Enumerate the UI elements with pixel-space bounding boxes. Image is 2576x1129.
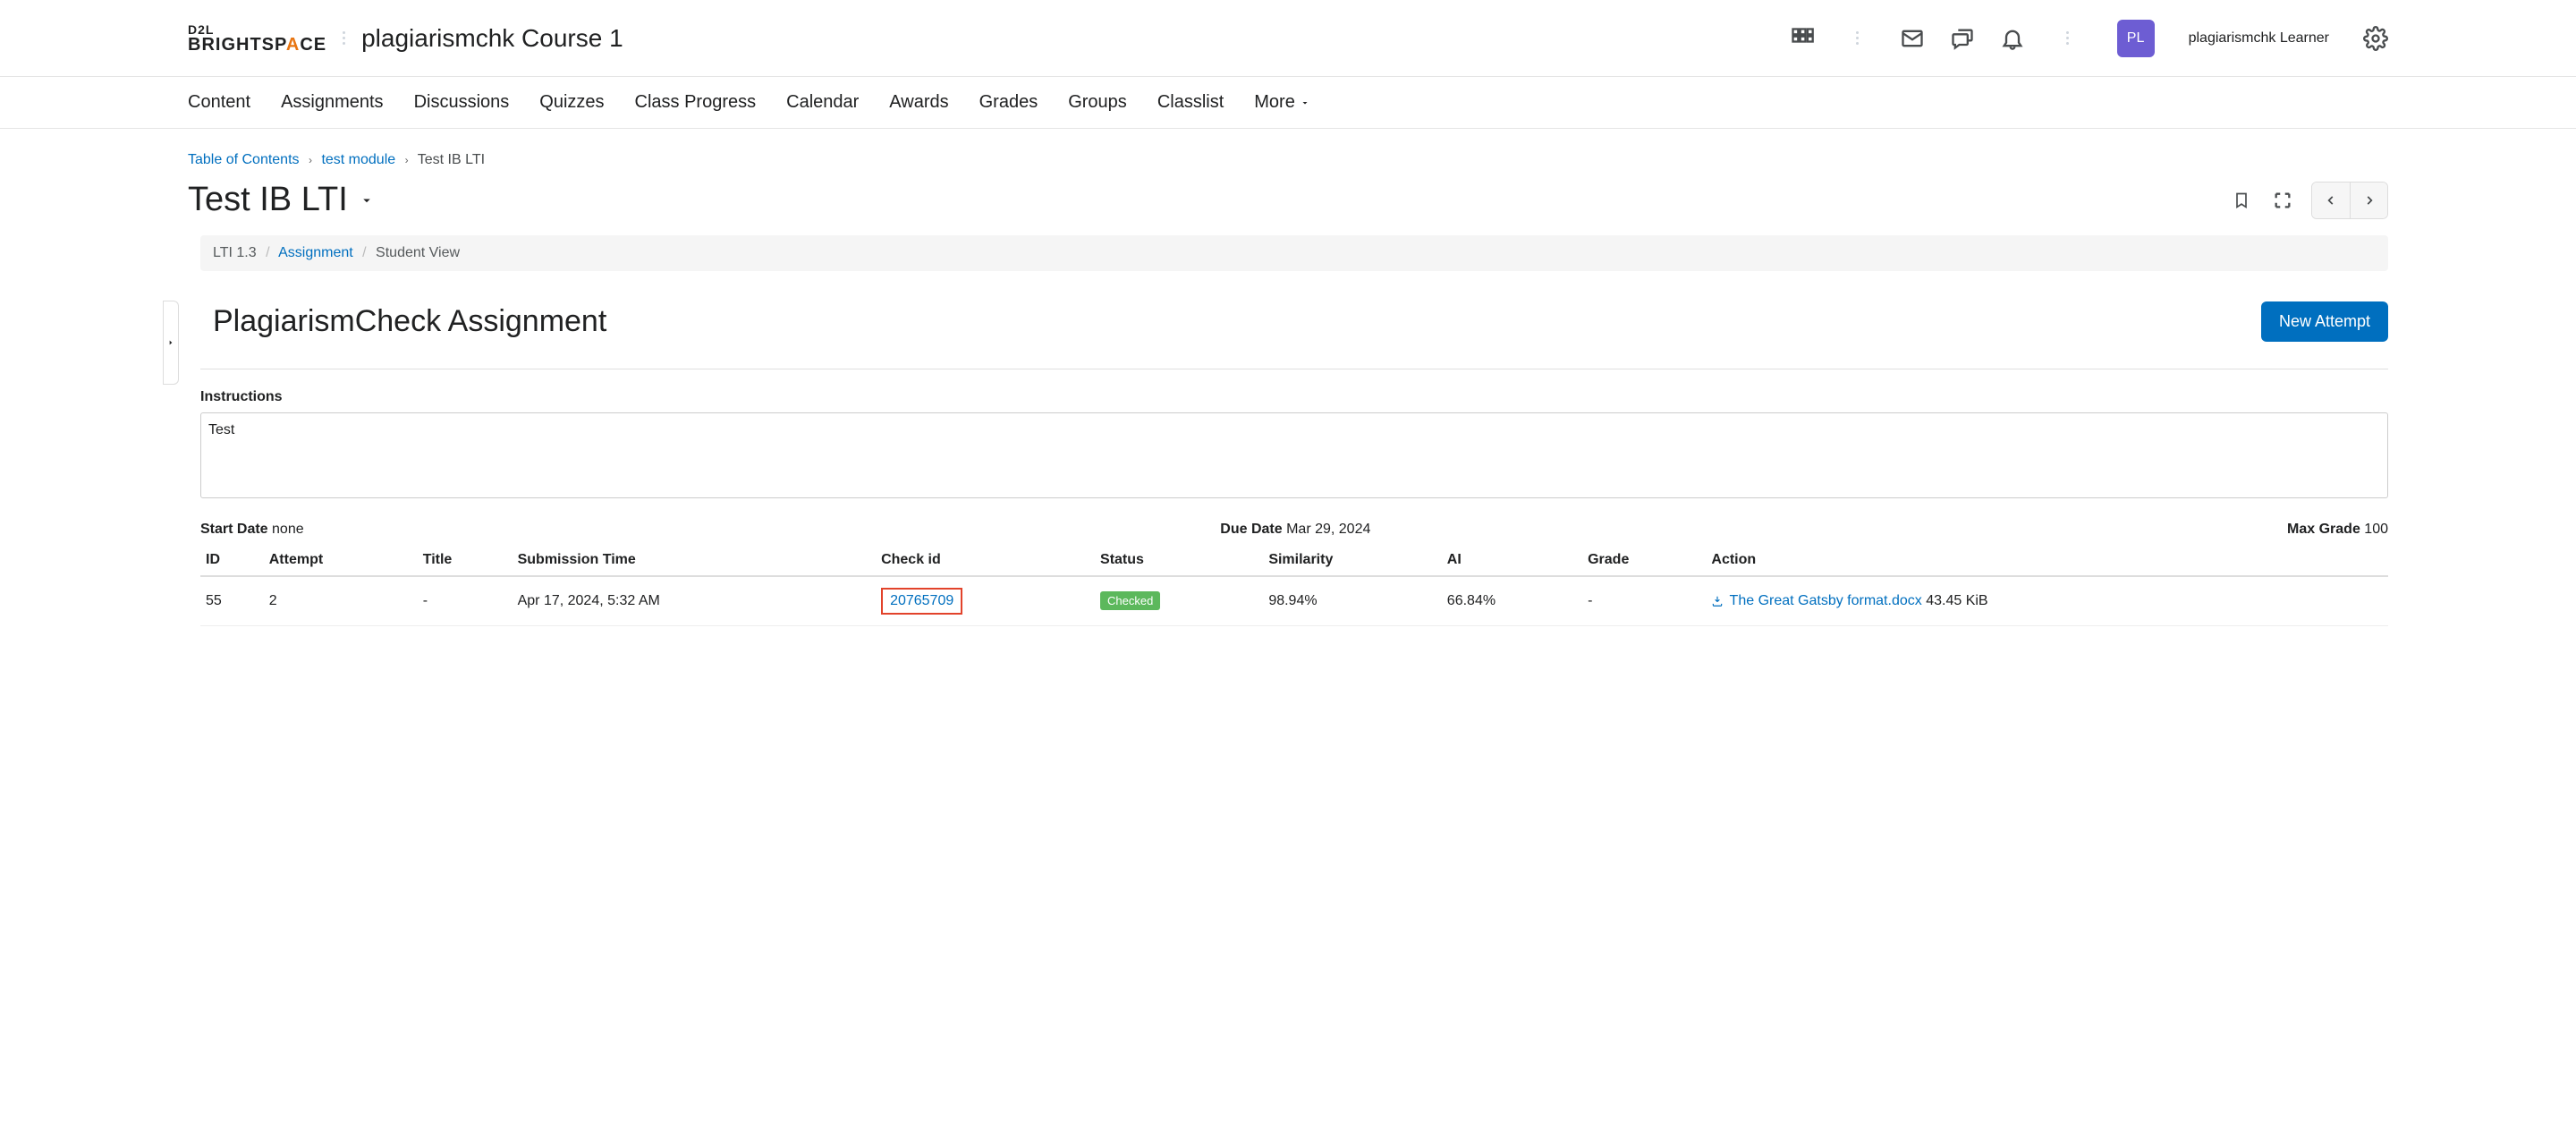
logo-brightspace-text: BRIGHTSPACE: [188, 36, 326, 54]
download-file-link[interactable]: The Great Gatsby format.docx: [1711, 593, 1926, 608]
gear-icon[interactable]: [2363, 26, 2388, 51]
table-row: 55 2 - Apr 17, 2024, 5:32 AM 20765709 Ch…: [200, 576, 2388, 626]
sidebar-expand-handle[interactable]: [163, 301, 179, 385]
th-id: ID: [200, 545, 264, 576]
nav-more[interactable]: More: [1254, 92, 1310, 113]
check-id-link[interactable]: 20765709: [890, 593, 953, 608]
breadcrumb-link-toc[interactable]: Table of Contents: [188, 152, 300, 167]
cell-action: The Great Gatsby format.docx 43.45 KiB: [1706, 576, 2388, 626]
chat-icon[interactable]: [1950, 26, 1975, 51]
lti-breadcrumb-current: Student View: [376, 245, 460, 260]
breadcrumb-current: Test IB LTI: [418, 152, 485, 167]
cell-attempt: 2: [264, 576, 418, 626]
cell-similarity: 98.94%: [1263, 576, 1441, 626]
logo-d2l-text: D2L: [188, 23, 326, 36]
status-badge: Checked: [1100, 591, 1160, 610]
nav-assignments[interactable]: Assignments: [281, 92, 384, 113]
th-attempt: Attempt: [264, 545, 418, 576]
header-divider-icon: [2066, 31, 2069, 45]
username-label[interactable]: plagiarismchk Learner: [2189, 30, 2329, 47]
nav-content[interactable]: Content: [188, 92, 250, 113]
mail-icon[interactable]: [1900, 26, 1925, 51]
cell-id: 55: [200, 576, 264, 626]
next-page-button[interactable]: [2350, 183, 2387, 218]
apps-grid-icon[interactable]: [1790, 26, 1815, 51]
chevron-down-icon[interactable]: [359, 192, 375, 208]
new-attempt-button[interactable]: New Attempt: [2261, 301, 2388, 342]
chevron-down-icon: [1300, 98, 1310, 108]
due-date: Due Date Mar 29, 2024: [1220, 522, 1370, 538]
cell-submission-time: Apr 17, 2024, 5:32 AM: [513, 576, 876, 626]
th-grade: Grade: [1582, 545, 1706, 576]
assignment-title: PlagiarismCheck Assignment: [200, 304, 606, 339]
brand-logo[interactable]: D2L BRIGHTSPACE: [188, 23, 326, 54]
header-divider-icon: [343, 31, 345, 45]
nav-quizzes[interactable]: Quizzes: [539, 92, 604, 113]
breadcrumb-separator-icon: ›: [309, 154, 312, 166]
fullscreen-icon[interactable]: [2270, 188, 2295, 213]
th-ai: AI: [1442, 545, 1582, 576]
th-status: Status: [1095, 545, 1263, 576]
th-title: Title: [418, 545, 513, 576]
th-submission-time: Submission Time: [513, 545, 876, 576]
instructions-label: Instructions: [200, 389, 2388, 405]
max-grade: Max Grade 100: [2287, 522, 2388, 538]
course-title[interactable]: plagiarismchk Course 1: [361, 24, 623, 53]
th-similarity: Similarity: [1263, 545, 1441, 576]
instructions-text: Test: [200, 412, 2388, 498]
bell-icon[interactable]: [2000, 26, 2025, 51]
lti-breadcrumb-root: LTI 1.3: [213, 245, 257, 260]
check-id-highlight: 20765709: [881, 588, 962, 615]
cell-ai: 66.84%: [1442, 576, 1582, 626]
cell-grade: -: [1582, 576, 1706, 626]
attempts-table: ID Attempt Title Submission Time Check i…: [200, 545, 2388, 626]
breadcrumb-separator-icon: ›: [405, 154, 409, 166]
nav-grades[interactable]: Grades: [979, 92, 1038, 113]
nav-class-progress[interactable]: Class Progress: [635, 92, 757, 113]
nav-classlist[interactable]: Classlist: [1157, 92, 1224, 113]
download-icon: [1711, 595, 1724, 607]
nav-awards[interactable]: Awards: [889, 92, 948, 113]
nav-calendar[interactable]: Calendar: [786, 92, 859, 113]
course-nav: Content Assignments Discussions Quizzes …: [0, 77, 2576, 129]
nav-groups[interactable]: Groups: [1068, 92, 1127, 113]
cell-title: -: [418, 576, 513, 626]
prev-page-button[interactable]: [2312, 183, 2350, 218]
page-title[interactable]: Test IB LTI: [188, 181, 375, 219]
header-divider-icon: [1856, 31, 1859, 45]
lti-breadcrumb: LTI 1.3 / Assignment / Student View: [200, 235, 2388, 271]
lti-breadcrumb-assignment-link[interactable]: Assignment: [278, 245, 353, 260]
th-action: Action: [1706, 545, 2388, 576]
breadcrumb-link-module[interactable]: test module: [321, 152, 395, 167]
user-avatar[interactable]: PL: [2117, 20, 2155, 57]
start-date: Start Date none: [200, 522, 304, 538]
breadcrumb: Table of Contents › test module › Test I…: [188, 129, 2388, 175]
nav-discussions[interactable]: Discussions: [414, 92, 510, 113]
th-check-id: Check id: [876, 545, 1095, 576]
file-size: 43.45 KiB: [1926, 593, 1987, 608]
bookmark-icon[interactable]: [2229, 188, 2254, 213]
